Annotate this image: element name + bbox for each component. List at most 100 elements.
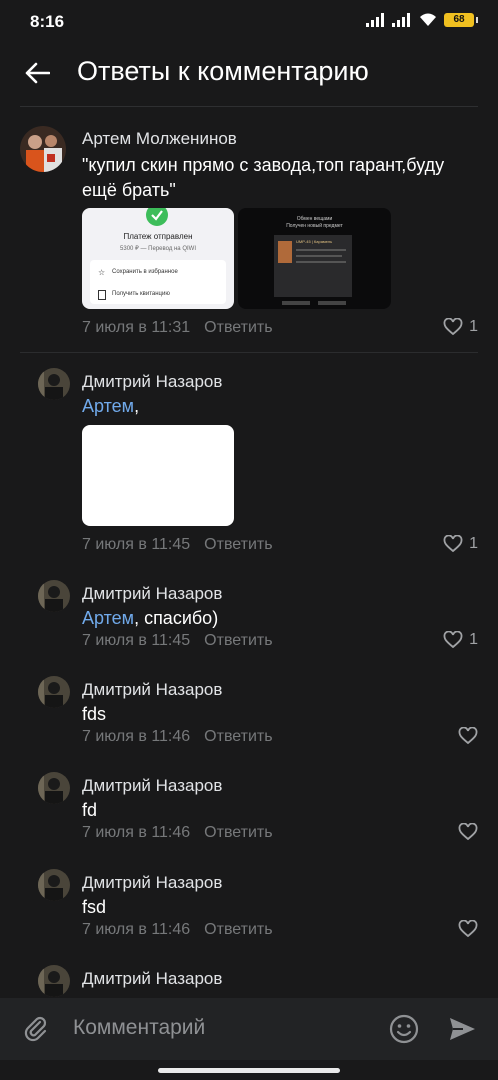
item-icon: [278, 241, 292, 263]
reply-comment: Дмитрий Назаров Артем, 7 июля в 11:45 Отв…: [0, 368, 498, 558]
reply-comment: Дмитрий Назаров: [0, 965, 498, 998]
comment-text-rest: ,: [134, 396, 140, 416]
like-button[interactable]: 1: [443, 631, 478, 649]
comment-meta: 7 июля в 11:45 Ответить: [82, 536, 273, 554]
like-button[interactable]: 1: [443, 318, 478, 336]
document-icon: [98, 290, 106, 300]
like-button[interactable]: [458, 920, 478, 938]
avatar[interactable]: [38, 965, 70, 997]
comment-meta: 7 июля в 11:46 Ответить: [82, 824, 273, 842]
receipt-actions: Сохранить в избранное Получить квитанцию…: [90, 260, 226, 304]
comment-author[interactable]: Дмитрий Назаров: [82, 776, 222, 796]
comment-text: fsd: [82, 897, 107, 917]
trade-screenshot[interactable]: Обмен вещами Получен новый предмет UMP-4…: [238, 208, 391, 309]
heart-icon: [443, 631, 463, 649]
avatar[interactable]: [38, 772, 70, 804]
status-bar: 8:16 68: [0, 0, 498, 44]
status-time: 8:16: [30, 12, 65, 31]
comment-date: 7 июля в 11:45: [82, 632, 191, 649]
comment-meta: 7 июля в 11:31 Ответить: [82, 319, 273, 337]
wifi-icon: [420, 13, 436, 26]
comment-meta: 7 июля в 11:45 Ответить: [82, 632, 273, 650]
avatar[interactable]: [38, 869, 70, 901]
comment-input[interactable]: Комментарий: [73, 1016, 205, 1040]
comment-text: fd: [82, 800, 98, 820]
reply-button[interactable]: Ответить: [204, 824, 272, 841]
comment-date: 7 июля в 11:45: [82, 536, 191, 553]
paperclip-icon: [24, 1016, 47, 1042]
comment-text: Артем, спасибо): [82, 606, 218, 631]
comment-author[interactable]: Дмитрий Назаров: [82, 372, 222, 392]
arrow-left-icon: [25, 62, 50, 84]
comment-meta: 7 июля в 11:46 Ответить: [82, 921, 273, 939]
reply-button[interactable]: Ответить: [204, 536, 272, 553]
heart-icon: [458, 823, 478, 841]
comment-date: 7 июля в 11:46: [82, 728, 191, 745]
trade-item-card: UMP-45 | Карамель: [274, 235, 352, 297]
emoji-button[interactable]: [388, 1013, 420, 1045]
like-button[interactable]: [458, 727, 478, 745]
header: Ответы к комментарию: [0, 44, 498, 106]
attached-image[interactable]: [82, 425, 234, 526]
heart-icon: [443, 535, 463, 553]
heart-icon: [458, 920, 478, 938]
comment-text: fds: [82, 704, 107, 724]
trade-text: Обмен вещами: [296, 216, 333, 222]
like-count: 1: [469, 631, 478, 648]
trade-item-name: UMP-45 | Карамель: [296, 239, 333, 244]
avatar[interactable]: [20, 126, 66, 172]
reply-button[interactable]: Ответить: [204, 728, 272, 745]
status-icons: 68: [366, 12, 478, 27]
reply-comment: Дмитрий Назаров fsd 7 июля в 11:46 Ответи…: [0, 869, 498, 949]
receipt-image[interactable]: Платеж отправлен 5300 ₽ — Перевод на QIW…: [82, 208, 234, 309]
comment-author[interactable]: Дмитрий Назаров: [82, 873, 222, 893]
comment-date: 7 июля в 11:46: [82, 921, 191, 938]
comment-author[interactable]: Дмитрий Назаров: [82, 680, 222, 700]
comment-date: 7 июля в 11:31: [82, 319, 191, 336]
receipt-action: Сохранить в избранное: [112, 269, 178, 275]
like-count: 1: [469, 318, 478, 335]
trade-text: Получен новый предмет: [286, 223, 343, 229]
battery-icon: 68: [444, 12, 478, 27]
battery-level: 68: [453, 14, 465, 25]
comment-text-rest: , спасибо): [134, 608, 219, 628]
like-button[interactable]: [458, 823, 478, 841]
reply-comment: Дмитрий Назаров fds 7 июля в 11:46 Ответи…: [0, 676, 498, 756]
comment-author[interactable]: Артем Молженинов: [82, 129, 237, 149]
reply-button[interactable]: Ответить: [204, 632, 272, 649]
reply-comment: Дмитрий Назаров Артем, спасибо) 7 июля в…: [0, 580, 498, 660]
check-icon: [146, 208, 168, 226]
signal-icon: [392, 12, 410, 27]
root-comment: Артем Молженинов "купил скин прямо с зав…: [0, 126, 498, 351]
reply-button[interactable]: Ответить: [204, 921, 272, 938]
reply-button[interactable]: Ответить: [204, 319, 272, 336]
mention-link[interactable]: Артем: [82, 608, 134, 628]
receipt-subtitle: 5300 ₽ — Перевод на QIWI: [120, 246, 196, 252]
like-count: 1: [469, 535, 478, 552]
like-button[interactable]: 1: [443, 535, 478, 553]
divider: [20, 106, 478, 107]
comment-date: 7 июля в 11:46: [82, 824, 191, 841]
mention-link[interactable]: Артем: [82, 396, 134, 416]
heart-icon: [443, 318, 463, 336]
gesture-handle[interactable]: [158, 1068, 340, 1073]
attach-button[interactable]: [20, 1013, 52, 1045]
page-title: Ответы к комментарию: [77, 56, 369, 86]
send-icon: [450, 1018, 475, 1040]
reply-comment: Дмитрий Назаров fd 7 июля в 11:46 Ответит…: [0, 772, 498, 852]
avatar[interactable]: [38, 368, 70, 400]
comment-author[interactable]: Дмитрий Назаров: [82, 969, 222, 989]
comment-composer: Комментарий: [0, 998, 498, 1060]
receipt-title: Платеж отправлен: [123, 232, 193, 241]
heart-icon: [458, 727, 478, 745]
avatar[interactable]: [38, 676, 70, 708]
back-button[interactable]: [20, 56, 54, 90]
send-button[interactable]: [446, 1013, 478, 1045]
comment-text: Артем,: [82, 394, 139, 419]
star-icon: ☆: [98, 268, 106, 277]
comment-meta: 7 июля в 11:46 Ответить: [82, 728, 273, 746]
signal-icon: [366, 12, 384, 27]
receipt-action: Получить квитанцию: [112, 291, 170, 297]
comment-author[interactable]: Дмитрий Назаров: [82, 584, 222, 604]
avatar[interactable]: [38, 580, 70, 612]
